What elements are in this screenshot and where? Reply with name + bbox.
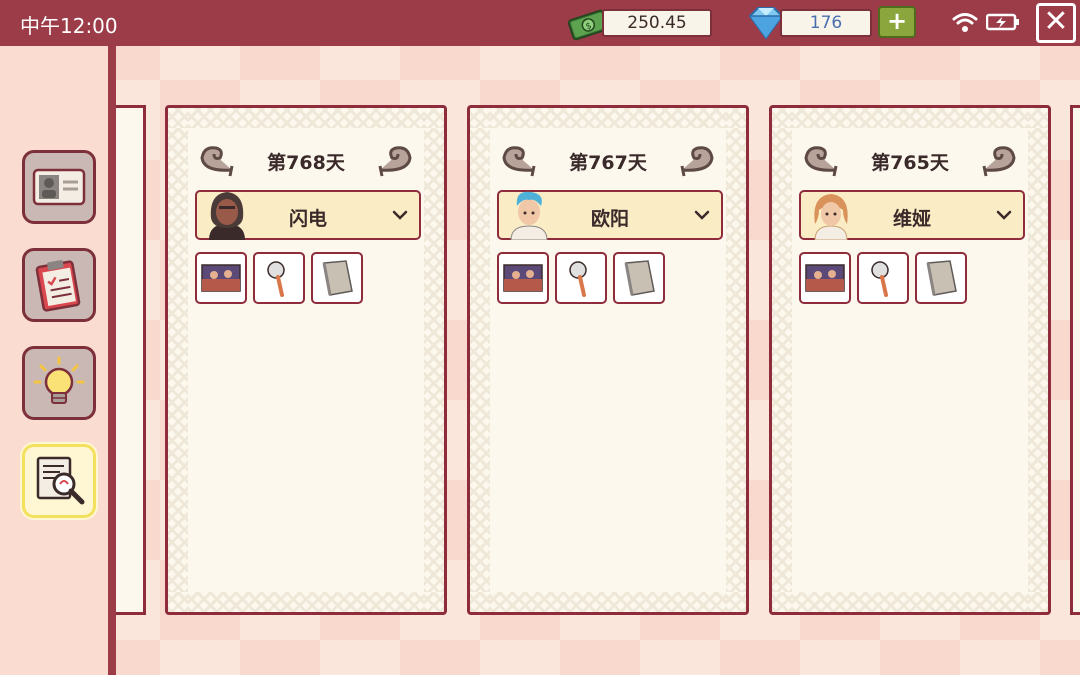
pizza-cutter-icon (569, 261, 587, 297)
status-bar: 中午12:00 $ 250.45 176 + ✕ (0, 0, 1080, 46)
photo-icon (503, 264, 543, 292)
photo-icon (805, 264, 845, 292)
sidebar-item-lightbulb[interactable] (22, 346, 96, 420)
money-counter: 250.45 (602, 9, 712, 37)
character-dropdown[interactable]: 维娅 (799, 190, 1025, 240)
evidence-slot[interactable] (555, 252, 607, 304)
evidence-slot[interactable] (857, 252, 909, 304)
chevron-down-icon (392, 210, 408, 220)
chevron-down-icon (694, 210, 710, 220)
evidence-slot[interactable] (253, 252, 305, 304)
book-icon (624, 260, 655, 296)
sidebar-divider (108, 46, 116, 675)
battery-icon (986, 13, 1019, 31)
id-card-icon (32, 168, 86, 206)
sidebar-item-id-card[interactable] (22, 150, 96, 224)
character-dropdown[interactable]: 闪电 (195, 190, 421, 240)
book-icon (926, 260, 957, 296)
character-name: 欧阳 (590, 208, 629, 230)
day-card[interactable]: 第767天 欧阳 (467, 105, 749, 615)
clipboard-icon (35, 260, 81, 312)
clock: 中午12:00 (20, 14, 118, 38)
close-button[interactable]: ✕ (1036, 3, 1076, 43)
sidebar-item-case-search[interactable] (22, 444, 96, 518)
scroll-ornament-icon (982, 146, 1016, 177)
scroll-ornament-icon (378, 146, 412, 177)
pizza-cutter-icon (267, 261, 285, 297)
card-partial-next (1070, 105, 1080, 615)
evidence-slot[interactable] (497, 252, 549, 304)
gem-counter: 176 (780, 9, 872, 37)
evidence-slot[interactable] (799, 252, 851, 304)
evidence-slot[interactable] (195, 252, 247, 304)
photo-icon (201, 264, 241, 292)
card-partial-previous (116, 105, 146, 615)
book-icon (322, 260, 353, 296)
wifi-icon (952, 13, 978, 32)
sidebar-item-clipboard[interactable] (22, 248, 96, 322)
character-name: 维娅 (892, 208, 931, 230)
chevron-down-icon (996, 210, 1012, 220)
day-card[interactable]: 第765天 维娅 (769, 105, 1051, 615)
evidence-slot[interactable] (613, 252, 665, 304)
pizza-cutter-icon (871, 261, 889, 297)
lightbulb-icon (33, 356, 85, 404)
character-name: 闪电 (288, 208, 327, 230)
magnifier-document-icon (36, 456, 85, 505)
evidence-slot[interactable] (915, 252, 967, 304)
character-dropdown[interactable]: 欧阳 (497, 190, 723, 240)
evidence-slot[interactable] (311, 252, 363, 304)
day-card[interactable]: 第768天 闪电 (165, 105, 447, 615)
add-gems-button[interactable]: + (878, 6, 916, 38)
scroll-ornament-icon (680, 146, 714, 177)
